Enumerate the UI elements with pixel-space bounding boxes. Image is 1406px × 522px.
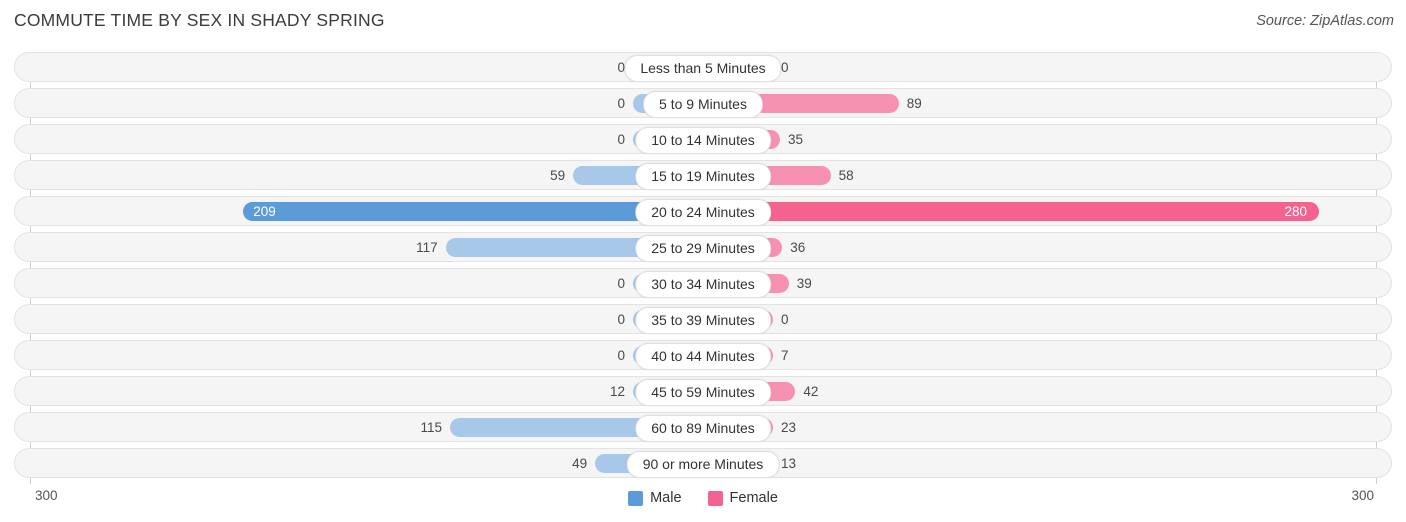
category-label: 45 to 59 Minutes [635,379,771,406]
value-label-female: 23 [781,420,797,435]
value-label-male: 0 [617,348,625,363]
chart-row: 117 36 25 to 29 Minutes [14,232,1392,262]
plot-area: 0 0 Less than 5 Minutes 0 89 5 to 9 Minutes 0 3… [14,52,1392,484]
category-label: 5 to 9 Minutes [643,91,763,118]
legend-item-female[interactable]: Female [707,490,778,506]
chart-row: 12 42 45 to 59 Minutes [14,376,1392,406]
category-label: 10 to 14 Minutes [635,127,771,154]
chart-footer: 300 300 Male Female [14,486,1392,514]
category-label: 25 to 29 Minutes [635,235,771,262]
legend-swatch-female [707,490,723,506]
category-label: 30 to 34 Minutes [635,271,771,298]
source-attribution: Source: ZipAtlas.com [1256,13,1394,29]
value-label-male: 0 [617,276,625,291]
page-title: COMMUTE TIME BY SEX IN SHADY SPRING [14,10,385,30]
chart-row: 59 58 15 to 19 Minutes [14,160,1392,190]
chart-row: 115 23 60 to 89 Minutes [14,412,1392,442]
value-label-male: 49 [572,456,588,471]
value-label-female: 0 [781,60,789,75]
value-label-female: 7 [781,348,789,363]
category-label: 90 or more Minutes [626,451,780,478]
category-label: 15 to 19 Minutes [635,163,771,190]
value-label-female: 58 [838,168,854,183]
chart-row: 0 89 5 to 9 Minutes [14,88,1392,118]
chart-row: 49 13 90 or more Minutes [14,448,1392,478]
legend-label-male: Male [650,490,682,506]
category-label: 60 to 89 Minutes [635,415,771,442]
chart-row: 0 39 30 to 34 Minutes [14,268,1392,298]
value-label-male: 0 [617,132,625,147]
value-label-male: 12 [609,384,625,399]
value-label-male: 59 [550,168,566,183]
value-label-male: 117 [416,240,438,255]
value-label-female: 0 [781,312,789,327]
category-label: 35 to 39 Minutes [635,307,771,334]
chart-row: 0 35 10 to 14 Minutes [14,124,1392,154]
chart-row: 0 0 Less than 5 Minutes [14,52,1392,82]
legend-label-female: Female [729,490,778,506]
chart-row: 209 280 20 to 24 Minutes [14,196,1392,226]
value-label-female: 42 [803,384,819,399]
legend-item-male[interactable]: Male [628,490,682,506]
legend: Male Female [14,486,1392,510]
legend-swatch-male [628,490,644,506]
value-label-female: 39 [796,276,812,291]
category-label: Less than 5 Minutes [624,55,782,82]
value-label-female: 36 [790,240,806,255]
category-label: 20 to 24 Minutes [635,199,771,226]
value-label-male: 0 [617,60,625,75]
category-label: 40 to 44 Minutes [635,343,771,370]
value-label-male: 0 [617,96,625,111]
value-label-female: 35 [788,132,804,147]
chart-row: 0 7 40 to 44 Minutes [14,340,1392,370]
chart-row: 0 0 35 to 39 Minutes [14,304,1392,334]
value-label-female: 89 [906,96,922,111]
value-label-male: 115 [420,420,442,435]
value-label-male: 0 [617,312,625,327]
value-label-female: 13 [781,456,797,471]
chart-container: COMMUTE TIME BY SEX IN SHADY SPRING Sour… [0,0,1406,522]
